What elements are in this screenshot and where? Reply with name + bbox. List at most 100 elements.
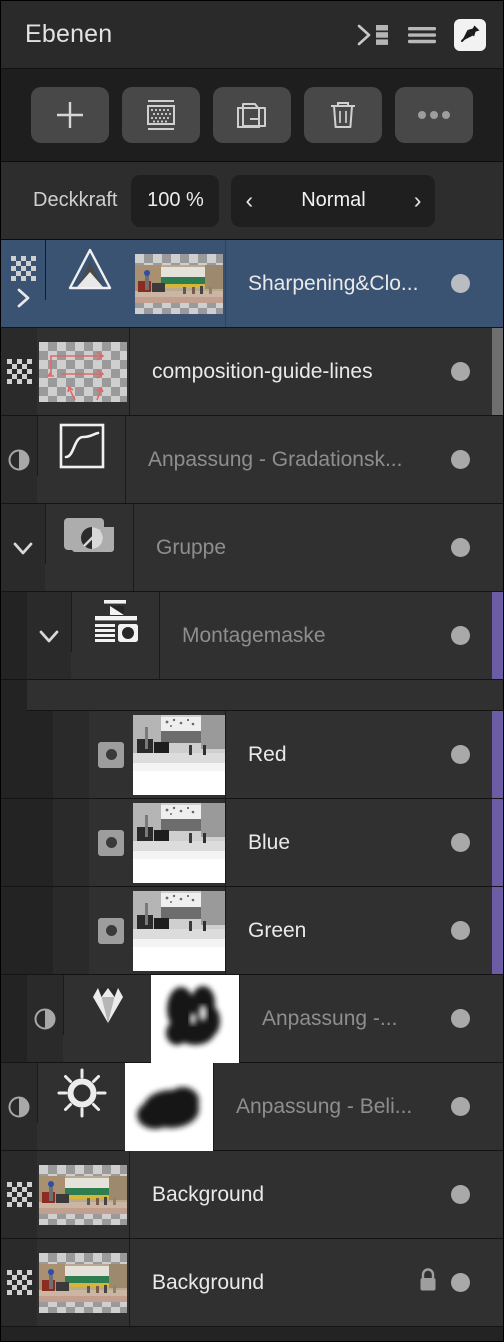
layer-list[interactable]: Sharpening&Clo... composition-guide-lines… xyxy=(1,240,503,1341)
indent-spacer xyxy=(1,592,27,679)
layer-controls xyxy=(451,362,492,381)
layer-name-cell[interactable]: Background xyxy=(129,1151,492,1238)
layer-controls xyxy=(451,274,492,293)
brightness-sun-icon[interactable] xyxy=(37,1063,125,1123)
layer-row[interactable]: Sharpening&Clo... xyxy=(1,240,503,328)
layer-name-cell[interactable]: Green xyxy=(225,887,492,974)
mask-toggle-icon[interactable] xyxy=(89,799,133,886)
collapse-panel-icon[interactable] xyxy=(357,20,391,50)
hamburger-menu-icon[interactable] xyxy=(405,20,439,50)
layer-name-cell[interactable]: Anpassung -... xyxy=(239,975,492,1062)
curves-icon[interactable] xyxy=(37,416,125,476)
group-folder-icon[interactable] xyxy=(45,504,133,564)
layer-row[interactable]: Red xyxy=(1,711,503,799)
visibility-toggle[interactable] xyxy=(451,538,470,557)
layer-gutter[interactable] xyxy=(53,799,89,886)
blend-prev-button[interactable]: ‹ xyxy=(245,189,253,212)
visibility-toggle[interactable] xyxy=(451,745,470,764)
layer-thumbnail[interactable] xyxy=(133,240,225,327)
visibility-toggle[interactable] xyxy=(451,274,470,293)
layer-name-cell[interactable]: Red xyxy=(225,711,492,798)
layer-gutter[interactable] xyxy=(27,975,63,1062)
trash-icon xyxy=(331,102,355,128)
layer-row[interactable]: Anpassung - Gradationsk... xyxy=(1,416,503,504)
layer-row[interactable]: Background xyxy=(1,1151,503,1239)
layer-name-cell[interactable]: composition-guide-lines xyxy=(129,328,492,415)
layer-thumbnail[interactable] xyxy=(37,328,129,415)
layer-row[interactable]: Anpassung -... xyxy=(1,974,503,1063)
layer-gutter[interactable] xyxy=(1,1239,37,1326)
mask-toggle-icon[interactable] xyxy=(89,887,133,974)
layer-name-cell[interactable]: Sharpening&Clo... xyxy=(225,240,492,327)
visibility-toggle[interactable] xyxy=(451,626,470,645)
layer-thumbnail[interactable] xyxy=(125,1062,213,1151)
visibility-toggle[interactable] xyxy=(451,1185,470,1204)
layer-gutter[interactable] xyxy=(1,1151,37,1238)
layer-gutter[interactable] xyxy=(1,416,37,503)
plus-icon xyxy=(57,102,83,128)
layer-gutter[interactable] xyxy=(53,887,89,974)
channel-mixer-icon[interactable] xyxy=(71,592,159,652)
layer-row[interactable]: Green xyxy=(1,887,503,975)
add-group-button[interactable] xyxy=(213,87,291,143)
layer-name: Red xyxy=(248,742,287,766)
curves-icon xyxy=(59,423,104,469)
layer-gutter[interactable] xyxy=(1,504,45,591)
layer-thumbnail[interactable] xyxy=(151,974,239,1063)
visibility-toggle[interactable] xyxy=(451,833,470,852)
layer-thumbnail[interactable] xyxy=(37,1239,129,1326)
layer-gutter[interactable] xyxy=(1,328,37,415)
layer-row[interactable]: Gruppe xyxy=(1,504,503,592)
more-options-button[interactable] xyxy=(395,87,473,143)
list-scrollbar[interactable] xyxy=(492,328,503,415)
layer-gutter[interactable] xyxy=(1,240,45,327)
layer-thumbnail[interactable] xyxy=(133,887,225,974)
layer-gutter[interactable] xyxy=(27,592,71,679)
checkerboard-icon xyxy=(6,1270,32,1295)
layer-name-cell[interactable]: Montagemaske xyxy=(159,592,492,679)
layer-row[interactable]: composition-guide-lines xyxy=(1,328,503,416)
opacity-input[interactable]: 100 % xyxy=(131,174,220,227)
sharpen-triangle-icon[interactable] xyxy=(45,240,133,300)
layer-thumbnail[interactable] xyxy=(133,799,225,886)
visibility-toggle[interactable] xyxy=(451,1097,470,1116)
layer-controls xyxy=(417,1267,492,1298)
vibrance-diamond-icon[interactable] xyxy=(63,975,151,1035)
layer-name-cell[interactable]: Blue xyxy=(225,799,492,886)
layer-name: Green xyxy=(248,918,307,942)
layer-name-cell[interactable]: Anpassung - Beli... xyxy=(213,1063,492,1150)
group-accent-bar xyxy=(492,711,503,798)
adjustment-circle-icon xyxy=(8,1096,30,1117)
lock-icon[interactable] xyxy=(417,1267,439,1298)
delete-layer-button[interactable] xyxy=(304,87,382,143)
visibility-toggle[interactable] xyxy=(451,1009,470,1028)
layer-gutter[interactable] xyxy=(1,1063,37,1150)
layer-name-cell[interactable]: Anpassung - Gradationsk... xyxy=(125,416,492,503)
layer-row[interactable]: Anpassung - Beli... xyxy=(1,1062,503,1151)
pin-icon[interactable] xyxy=(453,18,487,52)
layer-row[interactable]: Blue xyxy=(1,799,503,887)
visibility-toggle[interactable] xyxy=(451,1273,470,1292)
mask-toggle-icon[interactable] xyxy=(89,711,133,798)
visibility-toggle[interactable] xyxy=(451,362,470,381)
layer-gutter[interactable] xyxy=(53,711,89,798)
add-layer-button[interactable] xyxy=(31,87,109,143)
chevron-down-icon xyxy=(39,630,59,642)
layer-row[interactable]: Montagemaske xyxy=(1,592,503,680)
visibility-toggle[interactable] xyxy=(451,450,470,469)
blend-mode-selector[interactable]: ‹ Normal › xyxy=(231,174,436,227)
layer-thumbnail[interactable] xyxy=(133,711,225,798)
visibility-toggle[interactable] xyxy=(451,921,470,940)
blend-next-button[interactable]: › xyxy=(414,189,422,212)
layer-name: Montagemaske xyxy=(182,623,326,647)
layer-name-cell[interactable]: Background xyxy=(129,1239,492,1326)
layer-controls xyxy=(451,450,492,469)
indent-spacer xyxy=(1,887,27,974)
checkerboard-icon xyxy=(6,359,32,384)
layer-name-cell[interactable]: Gruppe xyxy=(133,504,492,591)
add-mask-button[interactable] xyxy=(122,87,200,143)
mask-icon xyxy=(147,100,175,130)
layer-row[interactable]: Background xyxy=(1,1239,503,1327)
layer-thumbnail[interactable] xyxy=(37,1151,129,1238)
group-accent-bar xyxy=(492,799,503,886)
